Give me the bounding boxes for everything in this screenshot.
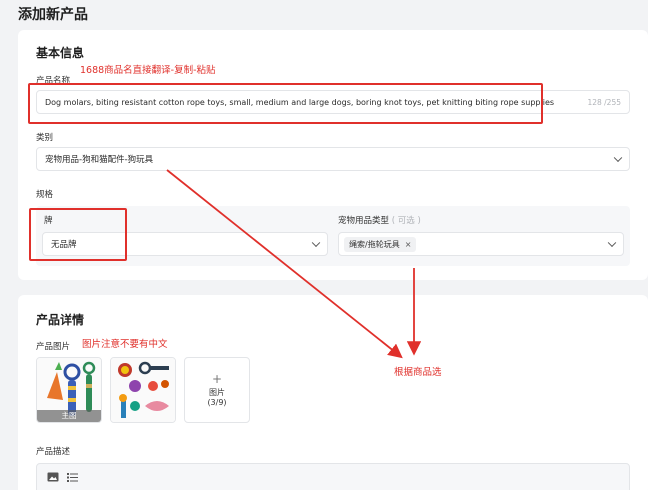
- pet-type-tag: 绳索/拖轮玩具 ×: [344, 236, 417, 252]
- annotation-name-box: [28, 83, 543, 124]
- description-editor[interactable]: [36, 463, 630, 490]
- specs-label: 规格: [36, 190, 54, 200]
- chevron-down-icon: [613, 153, 623, 163]
- chevron-down-icon: [311, 238, 321, 248]
- pet-type-label: 宠物用品类型 ( 可选 ): [338, 214, 421, 226]
- upload-label: 图片: [209, 388, 225, 397]
- product-image-1[interactable]: 主图: [36, 357, 102, 423]
- pet-type-tag-label: 绳索/拖轮玩具: [349, 239, 400, 249]
- page-title: 添加新产品: [18, 7, 88, 23]
- product-details-card: 产品详情 产品图片 主图 + 图片 (3/9) 产品描述: [18, 295, 648, 490]
- product-image-2[interactable]: [110, 357, 176, 423]
- pet-type-select[interactable]: 绳索/拖轮玩具 ×: [338, 232, 624, 256]
- plus-icon: +: [211, 372, 223, 386]
- category-select[interactable]: 宠物用品-狗和猫配件-狗玩具: [36, 147, 630, 171]
- pet-type-label-text: 宠物用品类型: [338, 216, 390, 226]
- annotation-name-note: 1688商品名直接翻译-复制-粘贴: [80, 65, 216, 76]
- product-description-label: 产品描述: [36, 447, 71, 457]
- annotation-image-note: 图片注意不要有中文: [82, 339, 168, 350]
- rope-toy-set-image-icon: [111, 358, 175, 422]
- main-image-badge: 主图: [37, 410, 101, 422]
- product-details-title: 产品详情: [36, 313, 85, 327]
- category-label: 类别: [36, 133, 54, 143]
- category-value: 宠物用品-狗和猫配件-狗玩具: [45, 155, 154, 165]
- annotation-category-note: 根据商品选: [394, 367, 442, 378]
- chevron-down-icon: [607, 238, 617, 248]
- pet-type-optional: ( 可选 ): [391, 216, 421, 226]
- product-name-counter: 128 /255: [587, 97, 621, 107]
- annotation-brand-box: [29, 208, 127, 261]
- basic-info-title: 基本信息: [36, 46, 85, 60]
- list-icon[interactable]: [67, 472, 78, 482]
- image-icon[interactable]: [47, 472, 59, 482]
- upload-count: (3/9): [207, 398, 227, 407]
- image-upload-button[interactable]: + 图片 (3/9): [184, 357, 250, 423]
- close-icon[interactable]: ×: [405, 240, 412, 249]
- product-images-label: 产品图片: [36, 342, 71, 352]
